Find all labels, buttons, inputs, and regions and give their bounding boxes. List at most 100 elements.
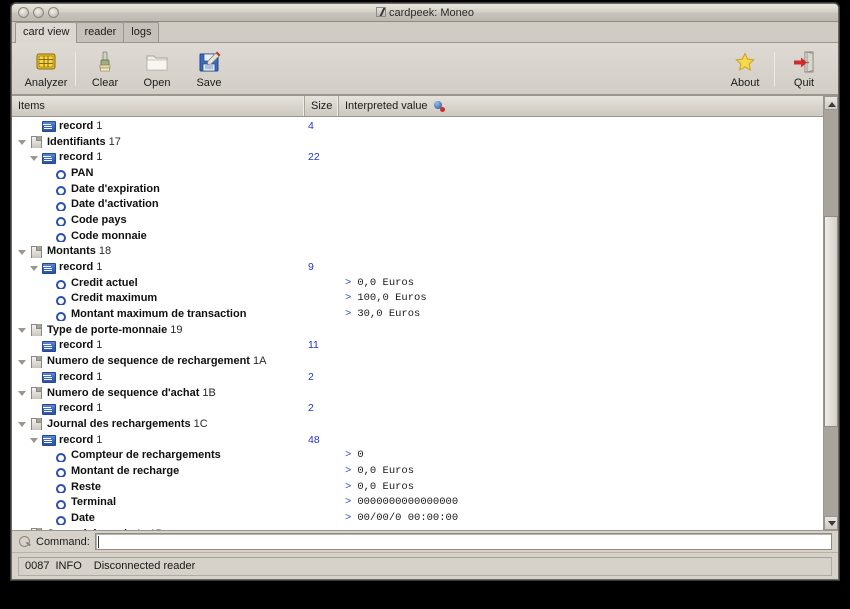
tree-row[interactable]: Date d'activation — [12, 196, 823, 212]
tree-node-label: Journal des achats — [47, 528, 147, 530]
leaf-bullet-icon — [53, 198, 67, 211]
expander-placeholder — [40, 182, 53, 195]
chevron-down-icon[interactable] — [16, 386, 29, 399]
tree-node-label: Terminal — [71, 496, 117, 509]
tree-row[interactable]: Journal des rechargements 1C — [12, 416, 823, 432]
tree-row-items-cell: Terminal — [12, 496, 305, 509]
tree-row[interactable]: Numero de sequence d'achat 1B — [12, 385, 823, 401]
tree-row[interactable]: Montant de recharge >0,0 Euros — [12, 463, 823, 479]
column-header-items[interactable]: Items — [12, 96, 305, 116]
tree-row-items-cell: Date d'expiration — [12, 182, 305, 196]
tree-node-label: Type de porte-monnaie — [47, 323, 168, 336]
tree-row[interactable]: Reste >0,0 Euros — [12, 479, 823, 495]
tree-row[interactable]: record 1 2 — [12, 400, 823, 416]
tree-node-label: Montant de recharge — [71, 464, 180, 477]
chevron-down-icon[interactable] — [16, 417, 29, 430]
scrollbar-track[interactable] — [824, 110, 838, 516]
tree-node-label: Journal des rechargements — [47, 417, 191, 430]
tree-node-tag: 17 — [108, 135, 121, 148]
tree-node-tag: 1 — [96, 151, 103, 164]
tree-row[interactable]: record 1 9 — [12, 259, 823, 275]
tree-node-label: Compteur de rechargements — [71, 449, 221, 462]
tree-row-value-cell: >0,0 Euros — [339, 277, 823, 289]
file-node-icon — [29, 245, 43, 258]
x11-app-icon — [376, 7, 386, 17]
command-label: Command: — [36, 535, 90, 548]
tree-row[interactable]: Type de porte-monnaie 19 — [12, 322, 823, 338]
chevron-down-icon[interactable] — [28, 433, 41, 446]
chevron-down-icon[interactable] — [16, 323, 29, 336]
tree-row-items-cell: Credit actuel — [12, 276, 305, 290]
tree-row[interactable]: Montant maximum de transaction >30,0 Euro… — [12, 306, 823, 322]
leaf-bullet-icon — [53, 464, 67, 478]
tree-row[interactable]: Terminal >0000000000000000 — [12, 495, 823, 511]
expander-placeholder — [40, 166, 53, 179]
tree-node-label: Reste — [71, 480, 101, 493]
tree-row[interactable]: Code monnaie — [12, 228, 823, 244]
chevron-down-icon[interactable] — [16, 245, 29, 258]
tree-row[interactable]: record 1 2 — [12, 369, 823, 385]
analyzer-button[interactable]: Analyzer — [20, 49, 72, 89]
tree-row-items-cell: Code pays — [12, 213, 305, 227]
save-button[interactable]: Save — [183, 49, 235, 89]
tree-row[interactable]: Credit maximum >100,0 Euros — [12, 291, 823, 307]
chevron-down-icon[interactable] — [28, 261, 41, 274]
chevron-down-icon[interactable] — [16, 135, 29, 148]
tree-row[interactable]: Numero de sequence de rechargement 1A — [12, 353, 823, 369]
tree-row[interactable]: Date d'expiration — [12, 181, 823, 197]
chevron-down-icon[interactable] — [16, 355, 29, 368]
value-marker-icon: > — [345, 449, 352, 462]
vertical-scrollbar[interactable] — [823, 96, 838, 530]
tree-node-label: record — [59, 119, 94, 132]
tree-row[interactable]: Compteur de rechargements >0 — [12, 447, 823, 463]
chevron-down-icon[interactable] — [28, 151, 41, 164]
tree-row[interactable]: record 1 48 — [12, 432, 823, 448]
tree-node-tag: 1 — [96, 402, 103, 415]
tree-row[interactable]: Montants 18 — [12, 244, 823, 260]
open-button[interactable]: Open — [131, 49, 183, 89]
tree-row[interactable]: record 1 4 — [12, 118, 823, 134]
scroll-up-arrow-icon[interactable] — [824, 96, 838, 110]
tree-rows[interactable]: record 1 4 Identifiants 17 record 1 22 PAN Date d… — [12, 117, 823, 530]
tree-row-items-cell: Identifiants 17 — [12, 135, 305, 149]
tree-row[interactable]: record 1 11 — [12, 338, 823, 354]
command-input[interactable] — [94, 533, 832, 550]
scroll-down-arrow-icon[interactable] — [824, 516, 838, 530]
expander-placeholder — [28, 402, 41, 415]
tree-row[interactable]: Date >00/00/0 00:00:00 — [12, 510, 823, 526]
tab-logs[interactable]: logs — [123, 22, 160, 42]
record-icon — [41, 119, 56, 133]
tree-row[interactable]: Credit actuel >0,0 Euros — [12, 275, 823, 291]
floppy-disk-icon — [196, 49, 222, 75]
scrollbar-thumb[interactable] — [824, 215, 838, 427]
tree-node-label: record — [59, 261, 94, 274]
tree-node-label: record — [59, 339, 94, 352]
brush-icon — [92, 49, 118, 75]
tree-node-tag: 1D — [150, 528, 164, 530]
tree-row[interactable]: Identifiants 17 — [12, 134, 823, 150]
record-icon — [41, 261, 56, 274]
command-bar: Command: — [12, 531, 838, 553]
tree-node-tag: 1B — [202, 386, 216, 399]
tree-node-tag: 1C — [193, 417, 208, 430]
tree-row[interactable]: Journal des achats1D — [12, 526, 823, 530]
tab-reader[interactable]: reader — [76, 22, 125, 42]
tree-row[interactable]: PAN — [12, 165, 823, 181]
column-header-size[interactable]: Size — [305, 96, 339, 116]
tree-row-items-cell: Date d'activation — [12, 198, 305, 211]
column-header-interpreted-value[interactable]: Interpreted value — [339, 96, 823, 116]
expander-placeholder — [40, 308, 53, 321]
tab-card-view[interactable]: card view — [15, 22, 78, 43]
expander-placeholder — [40, 229, 53, 242]
quit-button[interactable]: Quit — [778, 49, 830, 89]
clear-button[interactable]: Clear — [79, 49, 131, 89]
value-marker-icon: > — [345, 308, 352, 321]
tree-row[interactable]: Code pays — [12, 212, 823, 228]
tree-row-items-cell: record 1 — [12, 370, 305, 384]
about-button[interactable]: About — [719, 49, 771, 89]
chevron-down-icon[interactable] — [16, 527, 29, 530]
tree-node-label: Credit maximum — [71, 292, 158, 305]
value-marker-icon: > — [345, 464, 352, 477]
tree-row[interactable]: record 1 22 — [12, 149, 823, 165]
tree-row-items-cell: record 1 — [12, 151, 305, 164]
